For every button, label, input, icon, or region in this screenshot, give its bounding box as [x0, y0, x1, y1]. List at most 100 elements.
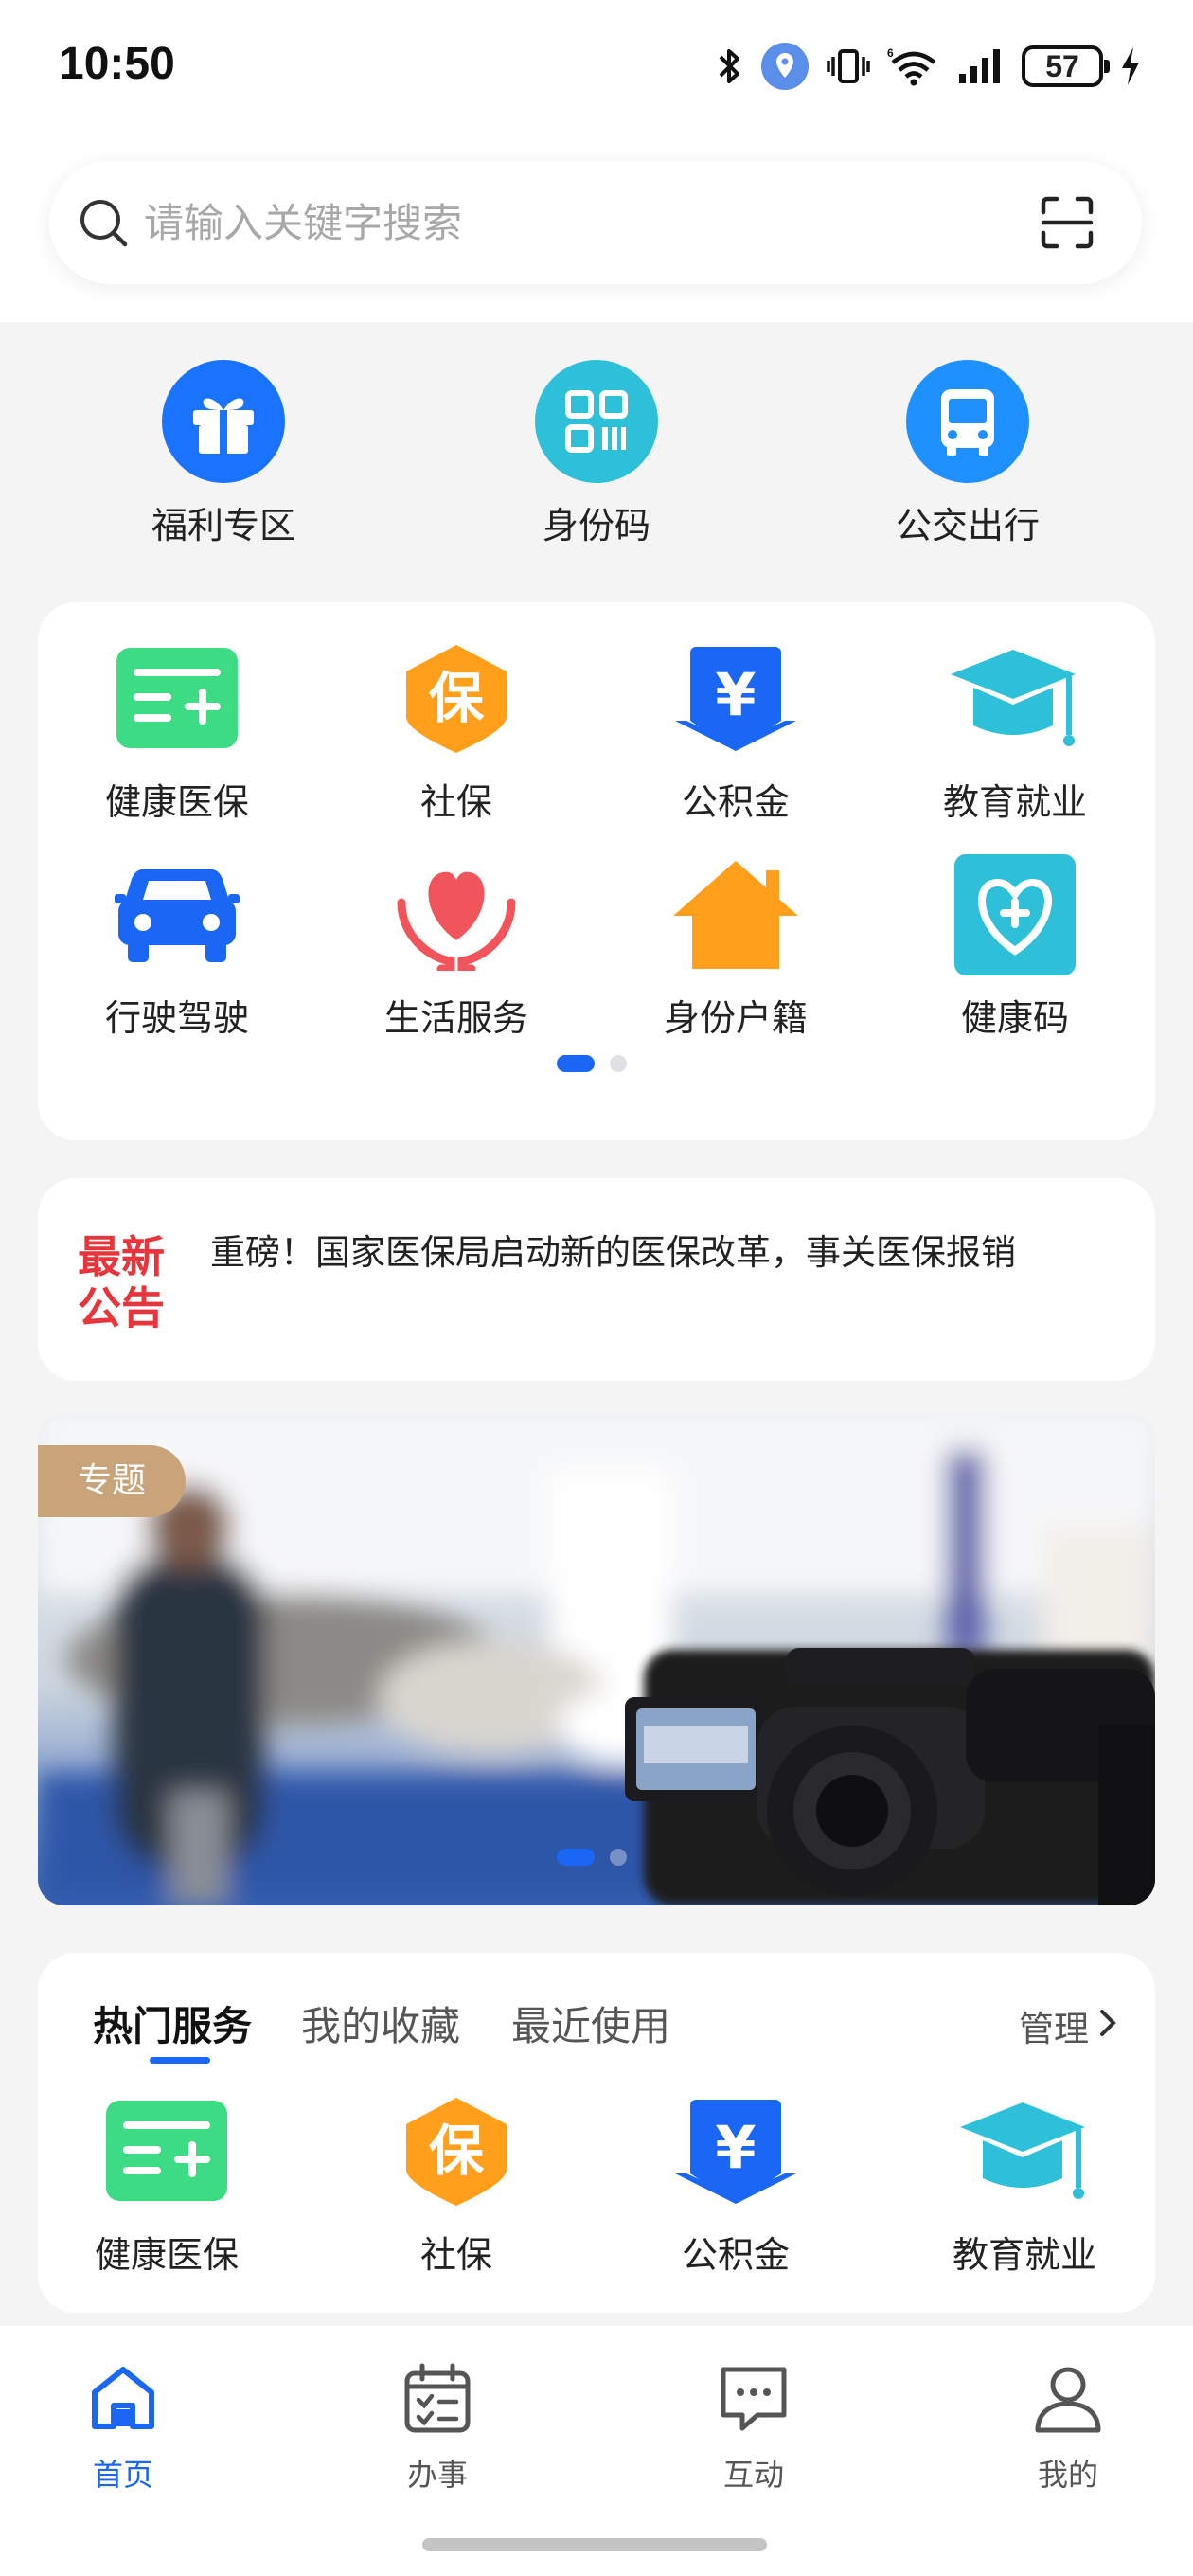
hot-item-education[interactable]: 教育就业: [920, 2095, 1129, 2278]
wifi-icon: 6: [887, 46, 936, 86]
calendar-tasks-icon: [404, 2363, 471, 2433]
house-icon: [669, 858, 802, 972]
svg-text:¥: ¥: [715, 2113, 756, 2182]
grid-item-label: 健康码: [960, 997, 1069, 1039]
hot-item-housing-fund[interactable]: ¥ 公积金: [632, 2095, 840, 2278]
search-bar[interactable]: [49, 161, 1142, 284]
bluetooth-icon: [719, 49, 739, 83]
grid-item-household[interactable]: 身份户籍: [632, 858, 840, 1041]
pager-dot-active[interactable]: [557, 1849, 595, 1866]
grid-item-health-code[interactable]: 健康码: [911, 854, 1119, 1041]
hot-services-card: 热门服务 我的收藏 最近使用 管理 健康医保 保 社保 ¥ 公积金 教育就业: [38, 1953, 1155, 2313]
svg-text:保: 保: [429, 666, 485, 730]
nav-home[interactable]: 首页: [28, 2360, 218, 2495]
nav-interaction[interactable]: 互动: [659, 2360, 848, 2495]
topic-banner[interactable]: 专题: [38, 1413, 1155, 1905]
health-code-icon: [949, 854, 1081, 975]
grid-item-life-services[interactable]: 生活服务: [352, 858, 561, 1041]
grid-item-label: 社保: [419, 781, 492, 823]
pager-dot-active[interactable]: [557, 1055, 595, 1072]
grid-item-label: 健康医保: [104, 781, 249, 823]
tab-favorites[interactable]: 我的收藏: [301, 1995, 460, 2052]
signal-icon: [959, 49, 1000, 83]
hot-item-label: 健康医保: [94, 2234, 239, 2276]
service-grid-card: 健康医保 保 社保 ¥ 公积金 教育就业 行驶驾驶 生活服务 身份户籍 健康码: [38, 602, 1155, 1140]
grid-item-label: 身份户籍: [663, 997, 808, 1039]
pager-dot[interactable]: [610, 1849, 627, 1866]
housing-fund-icon: ¥: [669, 2095, 802, 2209]
grid-item-label: 生活服务: [383, 997, 528, 1039]
banner-topic-tag: 专题: [38, 1445, 186, 1517]
nav-label: 互动: [722, 2457, 784, 2493]
status-icons: 6 57: [717, 42, 1141, 91]
hot-item-health-insurance[interactable]: 健康医保: [62, 2095, 271, 2278]
grid-item-health-insurance[interactable]: 健康医保: [73, 642, 281, 825]
grid-item-label: 教育就业: [942, 781, 1087, 823]
grid-item-housing-fund[interactable]: ¥ 公积金: [632, 642, 840, 825]
charging-icon: [1122, 47, 1139, 85]
nav-label: 办事: [406, 2457, 468, 2493]
bus-icon: [906, 360, 1029, 483]
medical-card-icon: [111, 642, 243, 756]
graduation-cap-icon: [958, 2095, 1091, 2209]
banner-pager: [557, 1849, 627, 1866]
social-security-icon: 保: [390, 2095, 523, 2209]
grid-item-social-security[interactable]: 保 社保: [352, 642, 561, 825]
hot-item-label: 教育就业: [952, 2234, 1096, 2276]
bottom-nav: 首页 办事 互动 我的: [0, 2326, 1193, 2576]
top-shortcuts: 福利专区 身份码 公交出行: [0, 360, 1193, 559]
housing-fund-icon: ¥: [669, 642, 802, 756]
grid-item-driving[interactable]: 行驶驾驶: [73, 858, 281, 1041]
manage-link[interactable]: 管理: [1019, 2000, 1089, 2051]
status-bar: 10:50 6 57: [0, 0, 1193, 133]
banner-photo: [38, 1413, 1155, 1905]
notice-text[interactable]: 重磅！国家医保局启动新的医保改革，事关医保报销: [210, 1231, 1081, 1275]
shortcut-label: 公交出行: [895, 505, 1040, 546]
notice-badge: 最新 公告: [78, 1231, 172, 1333]
chat-icon: [721, 2367, 787, 2431]
shortcut-welfare[interactable]: 福利专区: [119, 360, 328, 548]
notice-badge-line: 最新: [78, 1231, 165, 1282]
chevron-right-icon[interactable]: [1098, 2008, 1117, 2038]
shortcut-bus[interactable]: 公交出行: [864, 360, 1072, 548]
shortcut-id-code[interactable]: 身份码: [492, 360, 701, 548]
notice-badge-line: 公告: [78, 1282, 165, 1333]
header-area: 10:50 6 57: [0, 0, 1193, 322]
status-time: 10:50: [59, 39, 175, 89]
pager-dot[interactable]: [610, 1055, 627, 1072]
grid-pager: [557, 1055, 627, 1072]
vibrate-icon: [827, 49, 870, 83]
nav-mine[interactable]: 我的: [973, 2360, 1163, 2495]
tab-hot-services[interactable]: 热门服务: [93, 1995, 252, 2052]
user-icon: [1035, 2367, 1101, 2433]
heart-hands-icon: [390, 858, 523, 972]
home-indicator[interactable]: [422, 2538, 767, 2551]
hot-item-social-security[interactable]: 保 社保: [352, 2095, 561, 2278]
svg-text:6: 6: [887, 46, 894, 60]
medical-card-icon: [100, 2095, 233, 2209]
svg-text:¥: ¥: [715, 660, 756, 729]
social-security-icon: 保: [390, 642, 523, 756]
home-icon: [92, 2367, 154, 2429]
svg-text:保: 保: [429, 2119, 485, 2183]
nav-label: 首页: [92, 2457, 153, 2493]
graduation-cap-icon: [949, 642, 1081, 756]
qrcode-icon: [535, 360, 658, 483]
notice-card[interactable]: 最新 公告 重磅！国家医保局启动新的医保改革，事关医保报销: [38, 1178, 1155, 1381]
battery-level: 57: [1022, 45, 1110, 87]
gift-icon: [162, 360, 285, 483]
grid-item-label: 公积金: [681, 781, 790, 823]
active-tab-underline: [150, 2057, 210, 2064]
search-input[interactable]: [144, 195, 996, 250]
nav-services[interactable]: 办事: [343, 2360, 532, 2495]
scan-icon[interactable]: [1040, 195, 1095, 250]
grid-item-education[interactable]: 教育就业: [911, 642, 1119, 825]
tab-recent[interactable]: 最近使用: [511, 1995, 670, 2052]
hot-item-label: 社保: [419, 2234, 492, 2276]
shortcut-label: 身份码: [542, 505, 650, 546]
location-icon: [761, 43, 809, 90]
car-icon: [111, 858, 243, 972]
search-icon: [80, 200, 128, 247]
shortcut-label: 福利专区: [151, 505, 295, 546]
nav-label: 我的: [1037, 2457, 1098, 2493]
